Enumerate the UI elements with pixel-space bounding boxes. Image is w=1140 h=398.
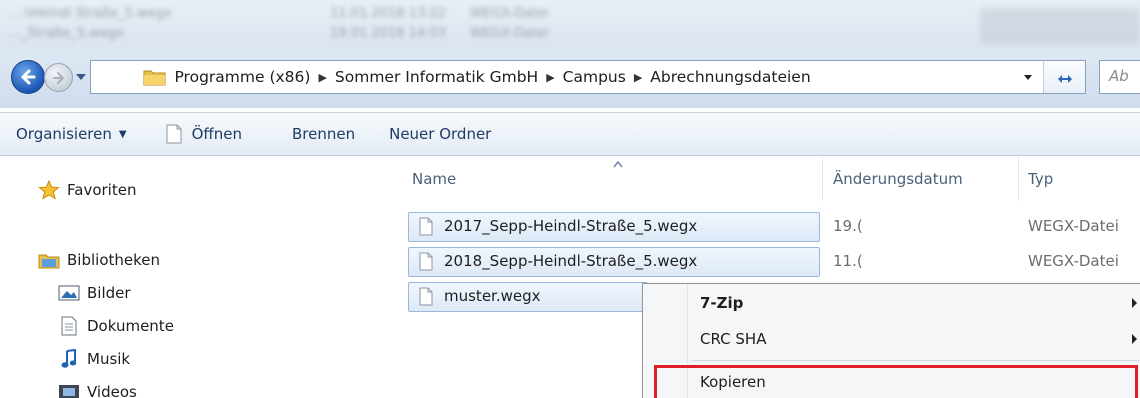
- refresh-icon: [1057, 75, 1072, 83]
- document-icon: [166, 124, 182, 144]
- nav-item-favorites[interactable]: Favoriten: [38, 180, 136, 200]
- address-bar[interactable]: « Programme (x86) ▶ Sommer Informatik Gm…: [90, 60, 1086, 94]
- file-icon: [419, 252, 433, 271]
- submenu-arrow-icon: [1132, 298, 1137, 308]
- menu-item-7zip[interactable]: 7-Zip: [644, 286, 1140, 320]
- refresh-button[interactable]: [1043, 61, 1085, 93]
- star-icon: [38, 180, 60, 200]
- open-button[interactable]: Öffnen: [158, 119, 250, 149]
- file-type: WEGX-Datei: [1028, 217, 1119, 235]
- sort-ascending-icon: [613, 160, 623, 168]
- chevron-down-icon: ▼: [118, 128, 127, 140]
- film-icon: [58, 382, 80, 398]
- documents-icon: [58, 316, 80, 336]
- chevron-right-icon[interactable]: ▶: [318, 71, 326, 84]
- file-name: muster.wegx: [444, 287, 541, 305]
- arrow-left-icon: [21, 69, 36, 85]
- breadcrumb-item[interactable]: Programme (x86): [174, 68, 310, 86]
- file-row[interactable]: 2018_Sepp-Heindl-Straße_5.wegx 11.( WEGX…: [408, 247, 1140, 277]
- nav-item-libraries[interactable]: Bibliotheken: [38, 250, 160, 270]
- file-date: 19.(: [833, 217, 863, 235]
- nav-item-documents[interactable]: Dokumente: [58, 316, 174, 336]
- breadcrumb-item[interactable]: Campus: [563, 68, 626, 86]
- new-folder-button[interactable]: Neuer Ordner: [381, 119, 499, 149]
- history-dropdown-icon[interactable]: [75, 71, 87, 83]
- file-row[interactable]: 2017_Sepp-Heindl-Straße_5.wegx 19.( WEGX…: [408, 212, 1140, 242]
- file-type: WEGX-Datei: [1028, 252, 1119, 270]
- file-icon: [419, 217, 433, 236]
- nav-item-pictures[interactable]: Bilder: [58, 283, 131, 303]
- background-row: …_Straße_5.wegx 19.01.2018 14:03 WEGX-Da…: [8, 26, 549, 41]
- forward-button[interactable]: [44, 63, 73, 92]
- search-input[interactable]: Ab: [1099, 60, 1140, 94]
- nav-item-videos[interactable]: Videos: [58, 382, 137, 398]
- nav-item-music[interactable]: Musik: [58, 349, 130, 369]
- column-header-type[interactable]: Typ: [1028, 157, 1053, 201]
- background-window: …:\Heindl Straße_5.wegx 11.01.2018 13:22…: [0, 0, 1140, 48]
- arrow-right-icon: [52, 71, 64, 84]
- chevron-right-icon[interactable]: ▶: [546, 71, 554, 84]
- submenu-arrow-icon: [1132, 334, 1137, 344]
- background-block: [980, 8, 1140, 44]
- annotation-highlight-box: [654, 365, 1138, 398]
- column-header-date[interactable]: Änderungsdatum: [833, 157, 963, 201]
- file-name: 2017_Sepp-Heindl-Straße_5.wegx: [444, 217, 698, 235]
- breadcrumb: « Programme (x86) ▶ Sommer Informatik Gm…: [157, 68, 811, 86]
- library-icon: [38, 250, 60, 270]
- pictures-icon: [58, 283, 80, 303]
- back-button[interactable]: [11, 60, 45, 94]
- file-date: 11.(: [833, 252, 863, 270]
- navigation-pane: Favoriten Bibliotheken Bilder Dokumente …: [0, 157, 385, 398]
- breadcrumb-item[interactable]: Sommer Informatik GmbH: [335, 68, 538, 86]
- command-bar: Organisieren ▼ Öffnen Brennen Neuer Ordn…: [0, 112, 1140, 156]
- chevron-right-icon[interactable]: ▶: [634, 71, 642, 84]
- burn-button[interactable]: Brennen: [284, 119, 363, 149]
- folder-icon: [143, 70, 166, 86]
- context-menu: 7-Zip CRC SHA Kopieren: [642, 283, 1140, 398]
- menu-item-crc-sha[interactable]: CRC SHA: [644, 322, 1140, 356]
- background-row: …:\Heindl Straße_5.wegx 11.01.2018 13:22…: [8, 6, 549, 21]
- address-dropdown-icon[interactable]: [1021, 70, 1035, 84]
- column-separator[interactable]: [1018, 157, 1019, 201]
- column-separator[interactable]: [822, 157, 823, 201]
- file-name: 2018_Sepp-Heindl-Straße_5.wegx: [444, 252, 698, 270]
- column-header-name[interactable]: Name: [412, 157, 456, 201]
- music-note-icon: [58, 349, 80, 369]
- menu-separator: [691, 360, 1140, 361]
- organise-button[interactable]: Organisieren ▼: [8, 119, 135, 149]
- file-icon: [419, 287, 433, 306]
- breadcrumb-item[interactable]: Abrechnungsdateien: [650, 68, 810, 86]
